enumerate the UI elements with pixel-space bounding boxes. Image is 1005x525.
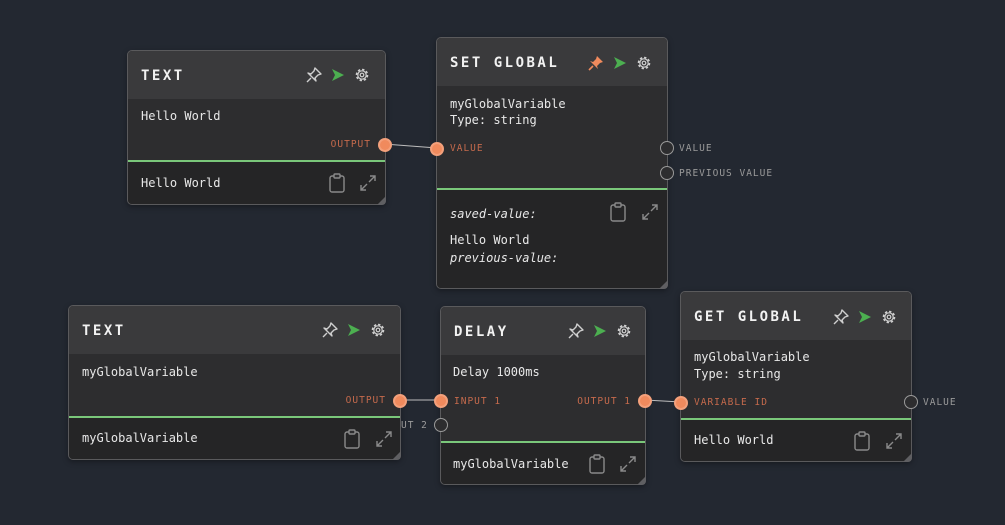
pin-icon[interactable] [305, 66, 323, 84]
node-footer: Hello World [681, 420, 911, 461]
resize-handle[interactable] [903, 453, 912, 462]
pin-icon[interactable] [832, 308, 850, 326]
node-title: DELAY [454, 324, 509, 340]
node-footer: myGlobalVariable [441, 443, 645, 484]
gear-icon[interactable] [615, 322, 633, 340]
resize-handle[interactable] [392, 451, 401, 460]
previous-value-label: previous-value: [450, 251, 559, 265]
node-footer: myGlobalVariable [69, 418, 400, 459]
node-title: SET GLOBAL [450, 55, 560, 71]
run-icon[interactable] [612, 54, 628, 72]
node-title: TEXT [141, 68, 185, 84]
value-output-label: VALUE [923, 397, 957, 408]
variable-type: Type: string [450, 113, 537, 127]
node-content: Delay 1000ms [453, 365, 540, 379]
node-header[interactable]: TEXT [128, 51, 385, 99]
resize-handle[interactable] [659, 280, 668, 289]
value-input-label: VALUE [450, 143, 484, 154]
variable-name: myGlobalVariable [450, 97, 566, 111]
node-header[interactable]: SET GLOBAL [437, 38, 667, 86]
node-header[interactable]: TEXT [69, 306, 400, 354]
get-global-node[interactable]: GET GLOBAL myGlobalVariable Type: string… [674, 291, 956, 462]
text-node-2[interactable]: TEXT myGlobalVariable OUTPUT myGlobalVar… [68, 305, 407, 460]
expand-icon[interactable] [375, 430, 393, 448]
input2-label: UT 2 [401, 420, 428, 431]
run-icon[interactable] [592, 322, 608, 340]
footer-value: myGlobalVariable [453, 457, 569, 471]
pin-icon-active[interactable] [587, 54, 605, 72]
clipboard-icon[interactable] [328, 173, 346, 193]
value-output-port[interactable] [660, 141, 674, 155]
footer-value: myGlobalVariable [82, 431, 198, 445]
previous-value-output-port[interactable] [660, 166, 674, 180]
gear-icon[interactable] [369, 321, 387, 339]
variable-id-input-label: VARIABLE ID [694, 397, 768, 408]
node-title: GET GLOBAL [694, 309, 804, 325]
pin-icon[interactable] [567, 322, 585, 340]
clipboard-icon[interactable] [609, 202, 627, 222]
output1-port[interactable] [638, 394, 652, 408]
clipboard-icon[interactable] [588, 454, 606, 474]
variable-type: Type: string [694, 367, 781, 381]
value-output-label: VALUE [679, 143, 713, 154]
footer-value: Hello World [694, 433, 774, 447]
gear-icon[interactable] [880, 308, 898, 326]
input1-port[interactable] [434, 394, 448, 408]
run-icon[interactable] [330, 66, 346, 84]
delay-node[interactable]: DELAY Delay 1000ms INPUT 1 OUTPUT 1 UT 2… [401, 306, 652, 485]
footer-value: Hello World [141, 176, 221, 190]
output-port[interactable] [378, 138, 392, 152]
expand-icon[interactable] [619, 455, 637, 473]
output-label: OUTPUT [345, 395, 386, 406]
clipboard-icon[interactable] [343, 429, 361, 449]
gear-icon[interactable] [635, 54, 653, 72]
saved-value-label: saved-value: [450, 207, 537, 221]
node-title: TEXT [82, 323, 126, 339]
resize-handle[interactable] [377, 196, 386, 205]
expand-icon[interactable] [885, 432, 903, 450]
output1-label: OUTPUT 1 [577, 396, 631, 407]
value-output-port[interactable] [904, 395, 918, 409]
variable-id-input-port[interactable] [674, 396, 688, 410]
input2-port[interactable] [434, 418, 448, 432]
gear-icon[interactable] [353, 66, 371, 84]
variable-name: myGlobalVariable [694, 350, 810, 364]
expand-icon[interactable] [641, 203, 659, 221]
value-input-port[interactable] [430, 142, 444, 156]
expand-icon[interactable] [359, 174, 377, 192]
output-port[interactable] [393, 394, 407, 408]
node-footer: saved-value: Hello World previous-value: [437, 190, 667, 288]
node-header[interactable]: GET GLOBAL [681, 292, 911, 340]
input1-label: INPUT 1 [454, 396, 502, 407]
previous-value-output-label: PREVIOUS VALUE [679, 168, 774, 179]
clipboard-icon[interactable] [853, 431, 871, 451]
set-global-node[interactable]: SET GLOBAL myGlobalVariable Type: string… [430, 37, 772, 289]
saved-value: Hello World [450, 233, 530, 247]
run-icon[interactable] [857, 308, 873, 326]
node-content: Hello World [141, 109, 221, 123]
run-icon[interactable] [346, 321, 362, 339]
node-footer: Hello World [128, 162, 385, 204]
resize-handle[interactable] [637, 476, 646, 485]
text-node-1[interactable]: TEXT Hello World OUTPUT Hello World [127, 50, 392, 205]
pin-icon[interactable] [321, 321, 339, 339]
output-label: OUTPUT [330, 139, 371, 150]
node-content: myGlobalVariable [82, 365, 198, 379]
node-header[interactable]: DELAY [441, 307, 645, 355]
